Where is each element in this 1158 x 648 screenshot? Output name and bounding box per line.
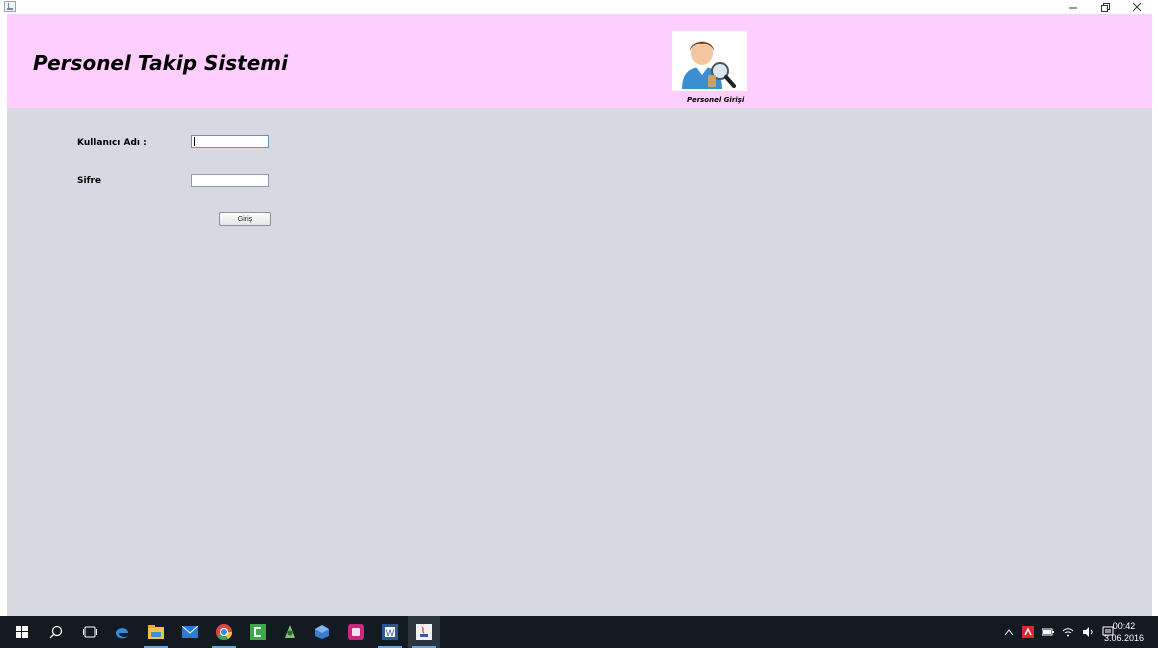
- windows-start-icon[interactable]: [6, 616, 38, 648]
- camtasia-icon[interactable]: [242, 616, 274, 648]
- chevron-up-icon[interactable]: [1004, 628, 1014, 636]
- virtualbox-icon[interactable]: [306, 616, 338, 648]
- clock-date: 3.06.2016: [1103, 633, 1145, 643]
- username-input[interactable]: [191, 135, 269, 148]
- login-button[interactable]: Giriş: [219, 212, 271, 226]
- clock-time: 00:42: [1112, 621, 1136, 631]
- taskbar-clock[interactable]: 00:42 3.06.2016: [1098, 620, 1150, 644]
- search-icon[interactable]: [40, 616, 72, 648]
- password-label: Sifre: [77, 176, 102, 186]
- battery-icon[interactable]: [1042, 627, 1054, 637]
- word-icon[interactable]: W: [374, 616, 406, 648]
- minimize-button[interactable]: [1058, 0, 1088, 14]
- svg-text:W: W: [386, 628, 395, 638]
- restore-button[interactable]: [1090, 0, 1120, 14]
- wifi-icon[interactable]: [1062, 627, 1074, 637]
- close-button[interactable]: [1122, 0, 1152, 14]
- java-app-icon: [4, 1, 16, 12]
- user-search-icon: [682, 41, 736, 89]
- app-title: Personel Takip Sistemi: [33, 51, 288, 75]
- close-icon: [1132, 2, 1142, 12]
- java-icon[interactable]: [408, 616, 440, 648]
- app-window: Personel Takip Sistemi Personel Girişi K…: [7, 14, 1152, 616]
- task-view-icon[interactable]: [74, 616, 106, 648]
- antivirus-icon[interactable]: [1022, 626, 1034, 638]
- avatar-caption: Personel Girişi: [687, 96, 745, 104]
- restore-icon: [1101, 3, 1110, 12]
- personnel-avatar: [672, 31, 747, 91]
- taskbar: W 00:42 3.06.2016: [0, 616, 1158, 648]
- edge-icon[interactable]: [106, 616, 138, 648]
- app-icon[interactable]: [340, 616, 372, 648]
- file-explorer-icon[interactable]: [140, 616, 172, 648]
- volume-icon[interactable]: [1082, 627, 1094, 637]
- password-input[interactable]: [191, 174, 269, 187]
- text-caret: [194, 137, 195, 146]
- minimize-icon: [1069, 7, 1077, 9]
- chrome-icon[interactable]: [208, 616, 240, 648]
- mail-icon[interactable]: [174, 616, 206, 648]
- header-banner: Personel Takip Sistemi Personel Girişi: [7, 14, 1152, 108]
- username-label: Kullanıcı Adı :: [77, 138, 147, 148]
- window-title-bar: [0, 0, 1158, 14]
- android-studio-icon[interactable]: [274, 616, 306, 648]
